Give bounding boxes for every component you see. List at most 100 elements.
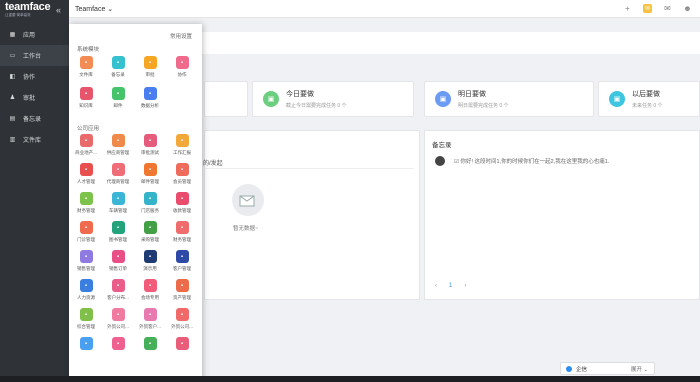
app-module-icon: ▪	[175, 134, 189, 147]
app-module-icon: ▪	[175, 279, 189, 292]
app-module[interactable]: ▪ 门诊管理	[75, 221, 97, 243]
app-module[interactable]: ▪ 客户管理	[171, 250, 193, 272]
memo-entry[interactable]: ☑ 你好! 这段时间1,你的时候你们在一起2,我在这里我的心也痛1.	[425, 149, 699, 166]
app-module[interactable]: ▪ 备忘录	[107, 56, 129, 78]
app-module[interactable]: ▪	[107, 337, 129, 353]
app-module[interactable]: ▪ 协作	[171, 56, 193, 78]
app-module[interactable]: ▪ 审批	[139, 56, 161, 78]
notification-icon[interactable]: ✉	[643, 4, 652, 13]
app-module-icon: ▪	[79, 279, 93, 292]
apps-popup: 常用设置 系统模块 公司应用 ▪ 文件库 ▪ 备忘录 ▪ 审批 ▪ 协作 ▪ 知识库 ▪ 邮件 ▪ 数据分…	[69, 24, 202, 382]
app-module[interactable]: ▪ 工作汇报	[171, 134, 193, 156]
sidebar: teamface 让重要·简单高效 « ▦ 应用 ▭ 工作台 ◧ 协作 ♟ 审批 ▤ 备忘录 ▥ 文件…	[0, 0, 69, 382]
app-module[interactable]: ▪ 图书管理	[107, 221, 129, 243]
app-module-label: 销售订单	[109, 266, 127, 271]
app-module[interactable]: ▪ 外贸客户...	[139, 308, 161, 330]
add-icon[interactable]: +	[623, 4, 632, 13]
app-module-label: 外贸公司...	[107, 324, 129, 329]
app-module-icon: ▪	[111, 337, 125, 350]
chat-widget[interactable]: 企信 展开 ⌄	[560, 362, 655, 375]
app-module-label: 工作汇报	[173, 150, 191, 155]
task-card-partial[interactable]	[204, 81, 248, 117]
app-module-icon: ▪	[79, 56, 93, 69]
app-module[interactable]: ▪ 门店服务	[139, 192, 161, 214]
app-module[interactable]: ▪ 财务管理	[75, 192, 97, 214]
app-module-icon: ▪	[143, 192, 157, 205]
app-module[interactable]: ▪ 人力资源	[75, 279, 97, 301]
panel-tab[interactable]: 的/发起	[203, 158, 223, 167]
app-module[interactable]: ▪ 采购管理	[139, 221, 161, 243]
app-module[interactable]: ▪	[171, 337, 193, 353]
app-module[interactable]: ▪ 邮件	[107, 87, 129, 109]
empty-state-icon	[232, 184, 264, 216]
company-switcher[interactable]: Teamface ⌄	[75, 5, 113, 13]
app-module[interactable]: ▪ 审批测试	[139, 134, 161, 156]
app-module-icon: ▪	[111, 221, 125, 234]
app-module[interactable]: ▪ 会员管理	[171, 163, 193, 185]
prev-page-button[interactable]: ‹	[435, 283, 437, 289]
app-module-label: 销售管理	[77, 266, 95, 271]
next-page-button[interactable]: ›	[464, 283, 466, 289]
sidebar-item[interactable]: ▭ 工作台	[0, 45, 69, 66]
app-module[interactable]: ▪ 数据分析	[139, 87, 161, 109]
task-card[interactable]: ▣ 以后要做 未来任务 0 个	[598, 81, 700, 117]
task-card[interactable]: ▣ 明日要做 明日需要完成任务 0 个	[424, 81, 594, 117]
app-module[interactable]: ▪ 文件库	[75, 56, 97, 78]
app-module[interactable]: ▪ 收款管理	[171, 192, 193, 214]
memo-entry-text: ☑ 你好! 这段时间1,你的时候你们在一起2,我在这里我的心也痛1.	[454, 159, 610, 165]
app-module-icon: ▪	[175, 250, 189, 263]
app-module[interactable]: ▪ 销售管理	[75, 250, 97, 272]
task-card[interactable]: ▣ 今日要做 截止今日需要完成任务 0 个	[252, 81, 414, 117]
task-card-title: 明日要做	[458, 91, 486, 98]
collapse-sidebar-icon[interactable]: «	[56, 5, 61, 15]
app-module[interactable]: ▪ 邮件管理	[139, 163, 161, 185]
app-module[interactable]: ▪ 演示用	[139, 250, 161, 272]
collab-icon: ◧	[9, 74, 16, 80]
app-module-label: 门诊管理	[77, 237, 95, 242]
app-module[interactable]: ▪	[139, 337, 161, 353]
monitor-icon: ▭	[9, 53, 16, 59]
app-module-icon: ▪	[143, 250, 157, 263]
app-module[interactable]: ▪ 知识库	[75, 87, 97, 109]
folder-icon: ▥	[9, 137, 16, 143]
app-module[interactable]: ▪ 外贸公司...	[107, 308, 129, 330]
app-module[interactable]: ▪ 代理商管理	[107, 163, 129, 185]
page-number[interactable]: 1	[449, 283, 452, 289]
app-module[interactable]: ▪ 销售订单	[107, 250, 129, 272]
app-module[interactable]: ▪ 财务管理	[171, 221, 193, 243]
app-module[interactable]: ▪ 供应商管理	[107, 134, 129, 156]
app-module-icon: ▪	[111, 308, 125, 321]
sidebar-item[interactable]: ▦ 应用	[0, 24, 69, 45]
app-module-icon: ▪	[111, 279, 125, 292]
top-bar: Teamface ⌄ + ✉ ✉ ☻	[69, 0, 700, 18]
app-module-icon: ▪	[79, 134, 93, 147]
approval-icon: ♟	[9, 95, 16, 101]
common-settings-link[interactable]: 常用设置	[170, 32, 192, 40]
app-module[interactable]: ▪ 车辆管理	[107, 192, 129, 214]
app-module[interactable]: ▪ 外贸公司...	[171, 308, 193, 330]
sidebar-item[interactable]: ♟ 审批	[0, 87, 69, 108]
app-module[interactable]: ▪ 客户分布...	[107, 279, 129, 301]
chat-icon	[566, 365, 572, 372]
app-module[interactable]: ▪ 会场专用	[139, 279, 161, 301]
sidebar-item[interactable]: ▥ 文件库	[0, 129, 69, 150]
app-module[interactable]: ▪ 资产管理	[171, 279, 193, 301]
app-module-icon: ▪	[143, 337, 157, 350]
app-module-icon: ▪	[175, 221, 189, 234]
app-module-icon: ▪	[79, 337, 93, 350]
company-apps-title: 公司应用	[77, 126, 100, 132]
empty-state-text: 暂无数据~	[233, 226, 259, 232]
app-module-label: 收款管理	[173, 208, 191, 213]
app-module-label: 综合管理	[77, 324, 95, 329]
app-module[interactable]: ▪ 商业地产...	[75, 134, 97, 156]
app-module[interactable]: ▪ 人才管理	[75, 163, 97, 185]
app-module-label: 人力资源	[77, 295, 95, 300]
mail-icon[interactable]: ✉	[663, 4, 672, 13]
app-module-icon: ▪	[175, 163, 189, 176]
user-icon[interactable]: ☻	[683, 4, 692, 13]
app-module[interactable]: ▪	[75, 337, 97, 353]
app-module[interactable]: ▪ 综合管理	[75, 308, 97, 330]
chat-expand[interactable]: 展开 ⌄	[631, 365, 648, 373]
sidebar-item[interactable]: ◧ 协作	[0, 66, 69, 87]
sidebar-item[interactable]: ▤ 备忘录	[0, 108, 69, 129]
